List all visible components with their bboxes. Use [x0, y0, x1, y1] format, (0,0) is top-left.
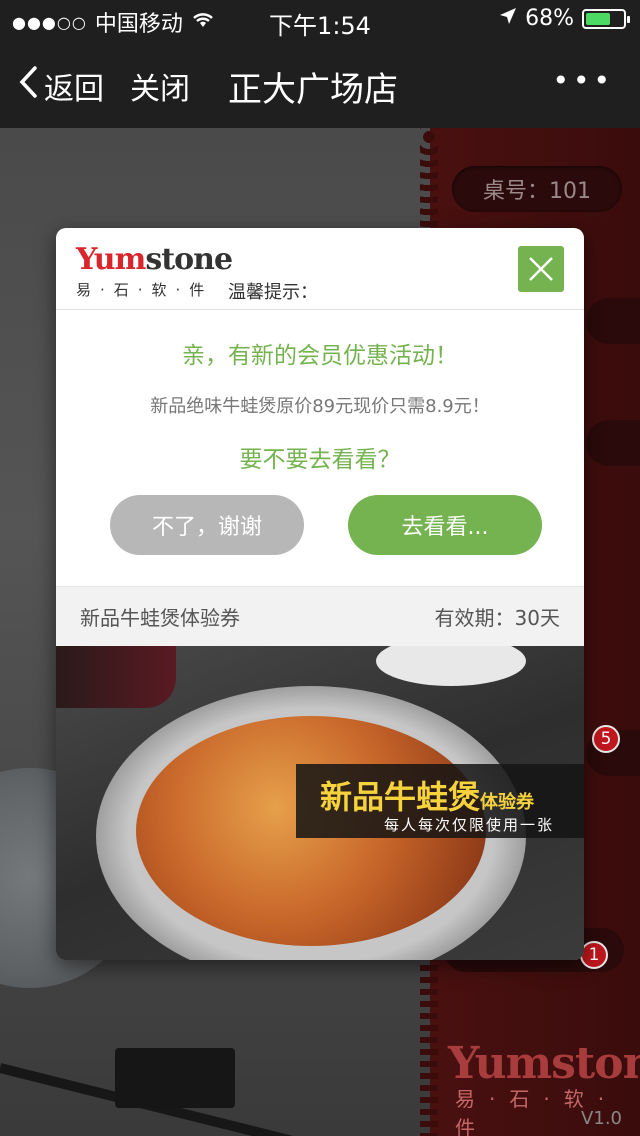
- logo-text-yum: Yum: [76, 242, 146, 277]
- decline-button[interactable]: 不了，谢谢: [110, 495, 304, 555]
- dialog-close-button[interactable]: [518, 246, 564, 292]
- voucher-name: 新品牛蛙煲体验券: [80, 606, 240, 630]
- brand-logo: Yumstone 易·石·软·件: [76, 242, 233, 300]
- voucher-banner: 新品牛蛙煲体验券 每人每次仅限使用一张: [296, 764, 584, 838]
- app-version: V1.0: [581, 1108, 622, 1129]
- wine-bottle-image: [56, 646, 176, 708]
- promo-title: 亲，有新的会员优惠活动！: [182, 343, 458, 369]
- chopstick-rest-image: [115, 1048, 235, 1108]
- location-arrow-icon: [499, 6, 517, 31]
- banner-title: 新品牛蛙煲: [320, 778, 481, 816]
- close-page-button[interactable]: 关闭: [130, 64, 190, 108]
- status-bar: ●●●○○ 中国移动 下午1:54 68%: [0, 0, 640, 40]
- count-badge: 5: [592, 725, 620, 753]
- close-icon: [529, 257, 553, 281]
- battery-icon: [582, 8, 630, 29]
- dialog-header: Yumstone 易·石·软·件 温馨提示：: [56, 228, 584, 310]
- banner-subtitle: 每人每次仅限使用一张: [384, 816, 555, 834]
- brand-logo-bottom: Yumstone: [448, 1038, 640, 1089]
- chevron-left-icon: [18, 65, 38, 107]
- table-number-badge: 桌号：101: [452, 166, 622, 212]
- back-label: 返回: [44, 72, 104, 107]
- voucher-image[interactable]: 新品牛蛙煲体验券 每人每次仅限使用一张: [56, 646, 584, 960]
- page-title: 正大广场店: [228, 70, 398, 110]
- promo-question: 要不要去看看？: [239, 447, 401, 473]
- voucher-validity: 有效期：30天: [434, 606, 560, 630]
- cart-count-badge: 1: [580, 941, 608, 969]
- view-offer-button[interactable]: 去看看...: [348, 495, 542, 555]
- category-tab-2[interactable]: [586, 420, 640, 466]
- promo-dialog: Yumstone 易·石·软·件 温馨提示： 亲，有新的会员优惠活动！ 新品绝味…: [56, 228, 584, 960]
- back-button[interactable]: 返回: [18, 64, 104, 108]
- logo-subtitle: 易·石·软·件: [76, 281, 214, 299]
- banner-suffix: 体验券: [480, 792, 535, 813]
- nav-bar: 返回 关闭 正大广场店 •••: [0, 40, 640, 128]
- tip-label: 温馨提示：: [228, 282, 318, 303]
- more-options-icon[interactable]: •••: [552, 64, 614, 97]
- promo-description: 新品绝味牛蛙煲原价89元现价只需8.9元！: [150, 396, 490, 417]
- voucher-info-bar: 新品牛蛙煲体验券 有效期：30天: [56, 586, 584, 646]
- battery-fill: [586, 12, 610, 25]
- category-tab-1[interactable]: [586, 298, 640, 344]
- battery-percent: 68%: [525, 6, 574, 31]
- logo-text-stone: stone: [145, 242, 233, 277]
